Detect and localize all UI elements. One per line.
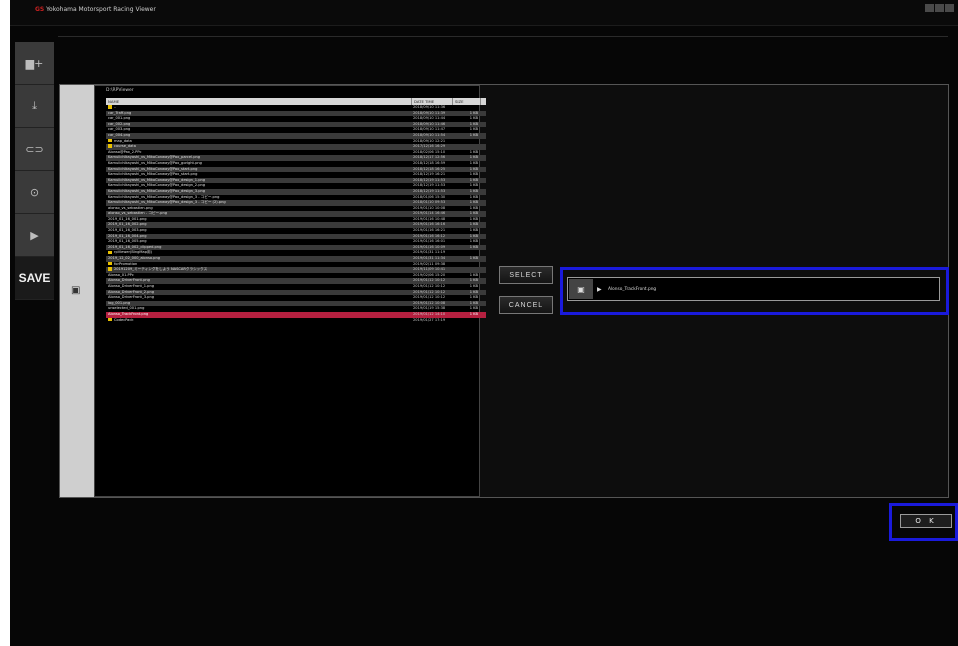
title-bar: GS Yokohama Motorsport Racing Viewer [10,0,958,26]
file-name-text: Alonso@Pax_2.PPc [108,149,142,154]
file-name-text: Alonso_01.PPc [108,272,134,277]
file-name: CodecPack [106,318,413,324]
file-name-text: course_data [114,144,136,149]
tool-sidebar: ▆+ ⤓ ⊂⊃ ⊙ ▶ SAVE [15,42,54,322]
cancel-button[interactable]: CANCEL [499,296,553,314]
file-name-text: alonso_vs_sebastien.png [108,205,153,210]
folder-icon [108,261,112,266]
folder-icon [108,105,112,109]
file-name-text: Kamuiichikayashi_vs_MikoConway@Pax_start… [108,172,198,177]
folder-icon [108,267,112,271]
vehicle-icon: ⊂⊃ [25,142,44,156]
gauge-icon: ⊙ [29,185,40,199]
file-name-text: Kamuiichikayashi_vs_MikoConway@Pax_gorig… [108,160,202,165]
image-icon: ▣ [569,279,593,299]
brand-logo: GS [35,6,45,13]
file-name-text: Kamuiichikayashi_vs_MikoConway@Pax_desig… [108,177,206,182]
file-name-text: Alonso_DriverFront.png [108,278,150,283]
file-name-text: Alonso_TrackFront.png [108,311,149,316]
file-name-text: forPromotion [114,261,138,266]
column-header-name[interactable]: NAME [106,98,412,105]
file-name-text: 2019_12_02_000_alonso.png [108,256,161,261]
file-name-text: 2019_01_16_004.png [108,233,147,238]
import-button[interactable]: ⤓ [15,85,54,128]
current-path: D:\RPViewer [106,88,134,93]
file-name-text: alonso_vs_sebastien - コピー.png [108,211,168,216]
file-name-text: Kamuiichikayashi_vs_MikoConway@Pax_parce… [108,155,201,160]
file-row[interactable]: CodecPack 2019/01/27 17:19 [106,318,486,324]
file-name-text: car_003.png [108,127,131,132]
file-name-text: map_data [114,138,132,143]
folder-icon [108,138,112,143]
gauge-button[interactable]: ⊙ [15,171,54,214]
file-name-text: 2019_01_16_003.png [108,228,147,233]
list-header: NAME DATE TIME SIZE [106,98,486,105]
bottom-area [58,545,948,635]
file-name-text: car_002.png [108,121,131,126]
file-name-text: .. [114,105,117,109]
play-icon: ▶ [597,286,602,293]
file-name-text: Kamuiichikayashi_vs_MikoConway@Pax_desig… [108,200,226,205]
file-name-text: Alonso_DriverFront_2.png [108,289,155,294]
selected-file-name: Alonso_TrackFront.png [608,287,657,292]
minimize-button[interactable] [925,4,934,12]
folder-icon [108,250,112,255]
file-name-text: Alonso_DriverFront_1.png [108,284,155,288]
file-name-text: unselected_001.png [108,306,145,311]
file-name-text: Kamuiichikayashi_vs_MikoConway@Pax_desig… [108,194,220,199]
add-layer-button[interactable]: ▆+ [15,42,54,85]
file-name-text: car_Traff.png [108,110,132,115]
column-header-size[interactable]: SIZE [453,98,481,105]
play-icon: ▶ [30,228,39,242]
file-name-text: 2019_01_16_001.png [108,216,147,221]
maximize-button[interactable] [935,4,944,12]
file-name-text: Kamuiichikayashi_vs_MikoConway@Pax_desig… [108,183,206,188]
select-button[interactable]: SELECT [499,266,553,284]
file-name-text: Kamuiichikayashi_vs_MikoConway@Pax_desig… [108,188,206,193]
file-name-text: 20191209_ミーティングをしよう NASCARクラシックス [114,267,208,272]
file-name-text: Alonso_DriverFront_3.png [108,295,155,300]
file-name-text: log_001.png [108,300,131,305]
file-size [453,318,480,324]
window-title: GS Yokohama Motorsport Racing Viewer [35,6,156,13]
image-icon: ▣ [71,285,81,296]
file-name-text: 2019_01_16_002.png [108,222,147,227]
app-title: Yokohama Motorsport Racing [46,6,134,13]
file-name-text: rpViewer(BingMap用) [114,250,152,255]
file-name-text: car_001.png [108,116,131,121]
close-button[interactable] [945,4,954,12]
file-date: 2019/01/27 17:19 [413,317,446,322]
file-name-text: 2019_01_16_005.png [108,239,147,244]
vehicle-button[interactable]: ⊂⊃ [15,128,54,171]
folder-icon [108,317,112,322]
left-strip: ▣ [60,85,94,497]
file-name-text: CodecPack [114,317,134,322]
folder-icon [108,144,112,148]
add-layer-icon: ▆+ [25,56,44,70]
file-name-text: 2019_01_16_002_clipped.png [108,244,162,249]
import-icon: ⤓ [32,99,37,112]
ok-button[interactable]: O K [900,514,952,528]
window-controls [925,4,954,12]
app-subtitle: Viewer [135,6,156,13]
save-button[interactable]: SAVE [15,257,54,300]
file-list-panel: D:\RPViewer NAME DATE TIME SIZE .. 2018/0… [94,85,486,497]
column-header-date[interactable]: DATE TIME [412,98,453,105]
file-name-text: car_004.png [108,132,131,137]
play-button[interactable]: ▶ [15,214,54,257]
file-name-text: Kamuiichikayashi_vs_MikoConway@Pax_start… [108,166,198,171]
